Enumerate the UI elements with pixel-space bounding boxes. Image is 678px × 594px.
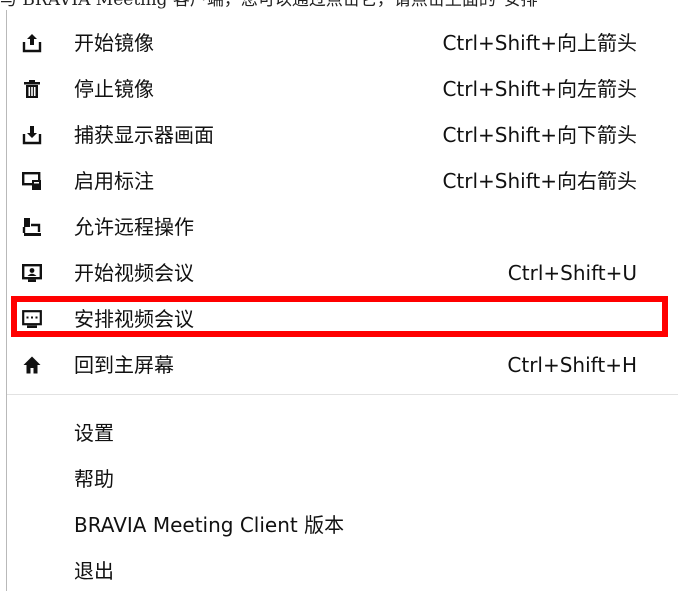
menu-item-label: BRAVIA Meeting Client 版本 [74,513,345,537]
menu-item-exit[interactable]: 退出 [7,548,677,594]
menu-item-shortcut: Ctrl+Shift+U [507,261,637,285]
menu-item-label: 停止镜像 [74,77,154,101]
menu-item-version[interactable]: BRAVIA Meeting Client 版本 [7,502,677,548]
menu-item-shortcut: Ctrl+Shift+向上箭头 [442,31,637,55]
menu-item-label: 回到主屏幕 [74,353,174,377]
top-caption: 与 BRAVIA Meeting 客户端，您可以通过点击它，请点击上面的"安排 [0,0,678,9]
menu-item-label: 允许远程操作 [74,215,194,239]
menu-item-enable-annotation[interactable]: 启用标注 Ctrl+Shift+向右箭头 [7,158,677,204]
menu-item-shortcut: Ctrl+Shift+向下箭头 [442,123,637,147]
menu-item-label: 退出 [74,559,114,583]
menu-item-shortcut: Ctrl+Shift+向左箭头 [442,77,637,101]
video-conference-icon [22,263,42,283]
context-menu: 开始镜像 Ctrl+Shift+向上箭头 停止镜像 Ctrl+Shift+向左箭… [6,10,678,594]
home-icon [22,355,42,375]
menu-item-start-mirroring[interactable]: 开始镜像 Ctrl+Shift+向上箭头 [7,20,677,66]
remote-control-icon [22,217,42,237]
menu-item-settings[interactable]: 设置 [7,410,677,456]
menu-item-schedule-video-conference[interactable]: 安排视频会议 [7,296,677,342]
download-tray-icon [22,125,42,145]
menu-item-label: 设置 [74,421,114,445]
menu-item-label: 开始镜像 [74,31,154,55]
menu-item-label: 开始视频会议 [74,261,194,285]
upload-tray-icon [22,33,42,53]
schedule-meeting-icon [22,309,42,329]
menu-item-help[interactable]: 帮助 [7,456,677,502]
menu-item-label: 安排视频会议 [74,307,194,331]
menu-item-label: 帮助 [74,467,114,491]
menu-separator [7,394,678,395]
menu-item-capture-screen[interactable]: 捕获显示器画面 Ctrl+Shift+向下箭头 [7,112,677,158]
menu-item-allow-remote-control[interactable]: 允许远程操作 [7,204,677,250]
menu-item-start-video-conference[interactable]: 开始视频会议 Ctrl+Shift+U [7,250,677,296]
menu-item-stop-mirroring[interactable]: 停止镜像 Ctrl+Shift+向左箭头 [7,66,677,112]
trash-icon [22,79,42,99]
annotate-screen-icon [22,171,42,191]
menu-item-shortcut: Ctrl+Shift+向右箭头 [442,169,637,193]
menu-item-label: 捕获显示器画面 [74,123,214,147]
menu-item-shortcut: Ctrl+Shift+H [507,353,637,377]
menu-item-return-home[interactable]: 回到主屏幕 Ctrl+Shift+H [7,342,677,388]
menu-item-label: 启用标注 [74,169,154,193]
